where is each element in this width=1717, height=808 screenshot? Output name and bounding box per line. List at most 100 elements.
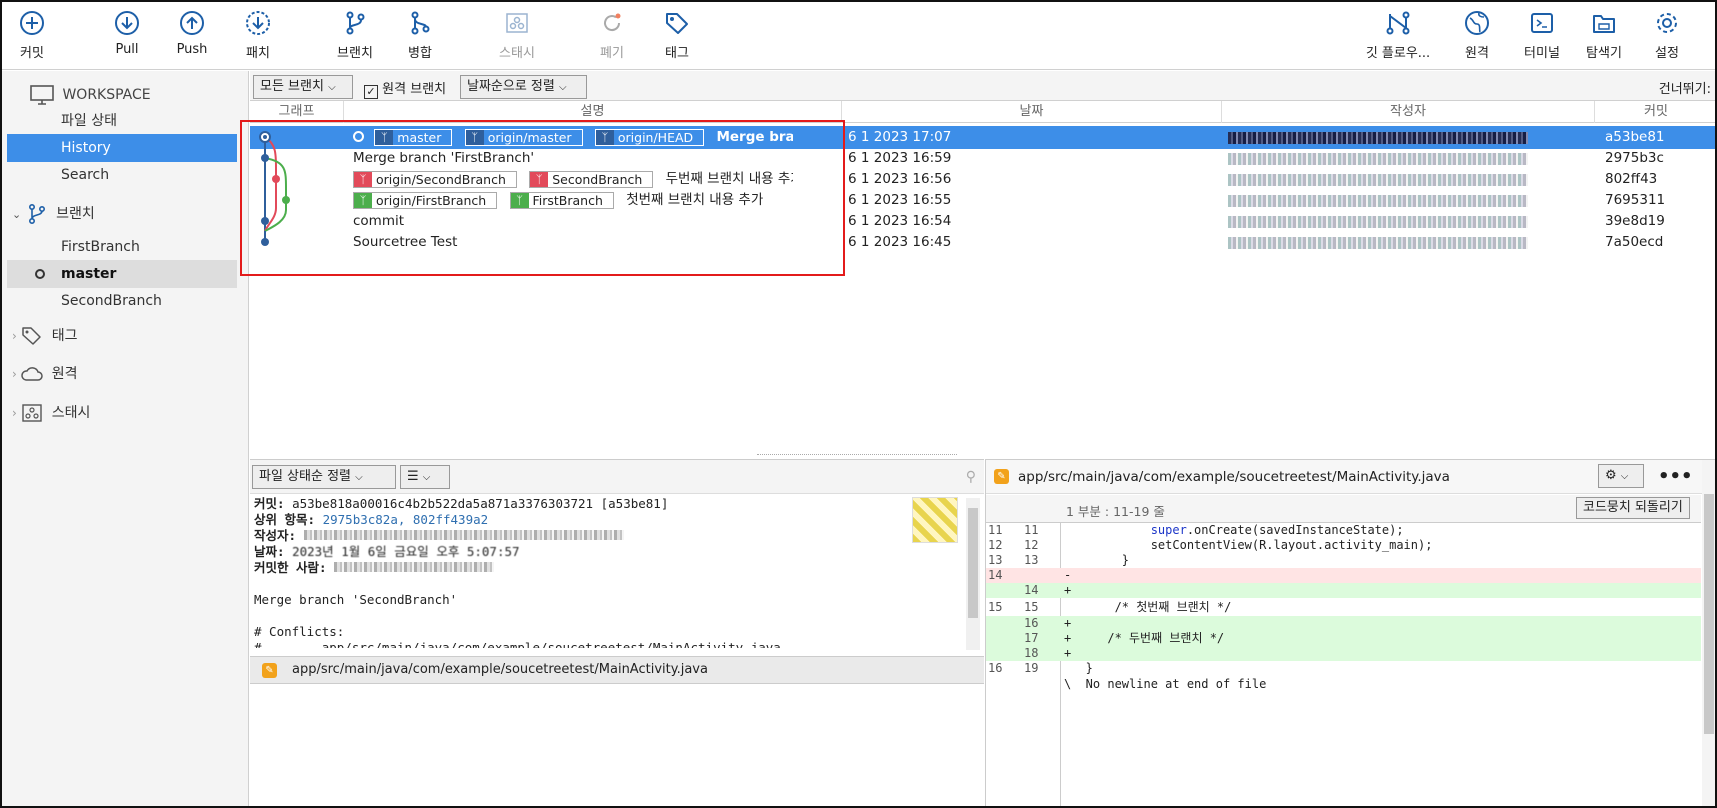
sourcetree-window: 커밋 Pull Push 패치 브랜치 병합 스태시 폐기 태그 깃 플로우..… (0, 0, 1717, 808)
chevron-down-icon: ⌵ (422, 472, 431, 483)
diff-options-dropdown[interactable]: ⚙ ⌵ (1598, 464, 1644, 488)
hunk-header: 1 부분 : 11-19 줄 코드뭉치 되돌리기 (986, 495, 1701, 523)
remote-button[interactable]: 원격 (1457, 10, 1497, 66)
diff-line: \ No newline at end of file (986, 677, 1701, 692)
globe-icon (1457, 10, 1497, 38)
sidebar-item-secondbranch[interactable]: SecondBranch (7, 287, 237, 315)
commit-author-blurred (1228, 237, 1528, 249)
terminal-icon (1518, 10, 1566, 38)
new-line-number: 19 (1024, 661, 1039, 675)
cloud-icon (21, 366, 44, 382)
diff-line-text: setContentView(R.layout.activity_main); (1064, 538, 1433, 552)
sort-dropdown[interactable]: 날짜순으로 정렬 ⌵ (460, 75, 587, 99)
chevron-down-icon: ⌵ (355, 472, 363, 483)
commit-hash: 802ff43 (1605, 171, 1658, 187)
sidebar-item-firstbranch[interactable]: FirstBranch (7, 233, 237, 261)
commit-date: 6 1 2023 16:55 (848, 192, 952, 208)
tag-button[interactable]: 태그 (657, 10, 697, 66)
jump-to-label: 건너뛰기: (1658, 82, 1711, 97)
diff-line-text: - (1064, 568, 1101, 582)
gear-icon: ⚙ (1605, 468, 1617, 483)
commit-author-blurred (1228, 195, 1528, 207)
sidebar-item-master[interactable]: master (7, 260, 237, 288)
workspace-header[interactable]: WORKSPACE (30, 85, 151, 109)
commit-hash: a53be81 (1605, 129, 1665, 145)
sidebar-item-history[interactable]: History (7, 134, 237, 162)
new-line-number: 11 (1024, 523, 1039, 537)
commit-info-scrollbar[interactable] (966, 498, 980, 650)
tags-header[interactable]: › 태그 (12, 325, 77, 349)
pull-button[interactable]: Pull (107, 10, 147, 66)
commit-date: 6 1 2023 16:59 (848, 150, 952, 166)
diff-line-text: super.onCreate(savedInstanceState); (1150, 523, 1404, 537)
diff-scrollbar[interactable] (1702, 460, 1715, 806)
old-line-number: 15 (988, 600, 1003, 614)
col-commit[interactable]: 커밋 (1595, 101, 1715, 123)
diff-line-text: } (1064, 661, 1093, 675)
sidebar-item-search[interactable]: Search (7, 161, 237, 189)
avatar (912, 497, 958, 543)
old-line-number: 13 (988, 553, 1003, 567)
sidebar: WORKSPACE 파일 상태 History Search ⌄ 브랜치 Fir… (2, 71, 249, 806)
view-mode-dropdown[interactable]: ☰ ⌵ (400, 465, 450, 489)
push-button[interactable]: Push (172, 10, 212, 66)
branch-button[interactable]: 브랜치 (330, 10, 380, 66)
changed-file-row[interactable]: ✎ app/src/main/java/com/example/soucetre… (250, 656, 984, 684)
fetch-button[interactable]: 패치 (238, 10, 278, 66)
col-date[interactable]: 날짜 (842, 101, 1222, 123)
terminal-button[interactable]: 터미널 (1518, 10, 1566, 66)
explorer-button[interactable]: 탐색기 (1580, 10, 1628, 66)
commit-author-blurred (1228, 174, 1528, 186)
diff-file-header: ✎ app/src/main/java/com/example/soucetre… (986, 460, 1715, 494)
committer-blurred (334, 562, 495, 572)
new-line-number: 17 (1024, 631, 1039, 645)
settings-button[interactable]: 설정 (1647, 10, 1687, 66)
commit-button[interactable]: 커밋 (12, 10, 52, 66)
merge-button[interactable]: 병합 (400, 10, 440, 66)
file-sort-dropdown[interactable]: 파일 상태순 정렬 ⌵ (252, 465, 396, 489)
arrow-up-circle-icon (172, 10, 212, 38)
revert-hunk-button[interactable]: 코드뭉치 되돌리기 (1576, 497, 1690, 519)
chevron-down-icon: ⌵ (328, 82, 336, 93)
branches-header[interactable]: ⌄ 브랜치 (12, 203, 95, 227)
search-icon[interactable]: ⚲ (966, 469, 976, 485)
plus-circle-icon (12, 10, 52, 38)
current-branch-icon (35, 269, 45, 279)
pane-splitter[interactable] (757, 454, 957, 457)
old-line-number: 12 (988, 538, 1003, 552)
stash-header[interactable]: › 스태시 (12, 402, 90, 426)
parent-links[interactable]: 2975b3c82a, 802ff439a2 (323, 512, 489, 527)
gitflow-button[interactable]: 깃 플로우... (1358, 10, 1438, 66)
more-options-icon[interactable]: ••• (1658, 460, 1693, 494)
commit-date: 6 1 2023 17:07 (848, 129, 952, 145)
discard-button[interactable]: 폐기 (592, 10, 632, 66)
commit-hash: 7695311 (1605, 192, 1666, 208)
remotes-header[interactable]: › 원격 (12, 363, 77, 387)
commit-hash: 7a50ecd (1605, 234, 1664, 250)
merge-icon (400, 10, 440, 38)
history-filter-bar: 모든 브랜치 ⌵ ✓ 원격 브랜치 날짜순으로 정렬 ⌵ 건너뛰기: (250, 71, 1715, 101)
diff-line: 17 + /* 두번째 브랜치 */ (986, 631, 1701, 646)
col-author[interactable]: 작성자 (1222, 101, 1595, 123)
discard-icon (592, 10, 632, 38)
stash-icon (492, 10, 542, 38)
diff-line: 14 + (986, 583, 1701, 598)
stash-button[interactable]: 스태시 (492, 10, 542, 66)
chevron-down-icon: ⌵ (1620, 471, 1629, 482)
diff-line-text: + (1064, 583, 1072, 597)
all-branches-dropdown[interactable]: 모든 브랜치 ⌵ (253, 75, 353, 99)
modified-file-icon: ✎ (262, 663, 277, 678)
diff-pane: ✎ app/src/main/java/com/example/soucetre… (985, 459, 1715, 806)
author-blurred (303, 530, 624, 540)
folder-icon (1580, 10, 1628, 38)
commit-hash: 39e8d19 (1605, 213, 1665, 229)
fetch-dashed-circle-icon (238, 10, 278, 38)
sidebar-item-file-status[interactable]: 파일 상태 (7, 107, 237, 135)
checkbox-checked-icon: ✓ (364, 85, 378, 99)
highlight-box (240, 120, 845, 276)
commit-info-text: 커밋: a53be818a00016c4b2b522da5a871a337630… (254, 496, 781, 648)
chevron-down-icon: ⌄ (12, 208, 22, 221)
remote-branches-checkbox[interactable]: ✓ 원격 브랜치 (364, 78, 446, 99)
commit-author-blurred (1228, 132, 1528, 144)
diff-line-text: } (1064, 553, 1130, 567)
